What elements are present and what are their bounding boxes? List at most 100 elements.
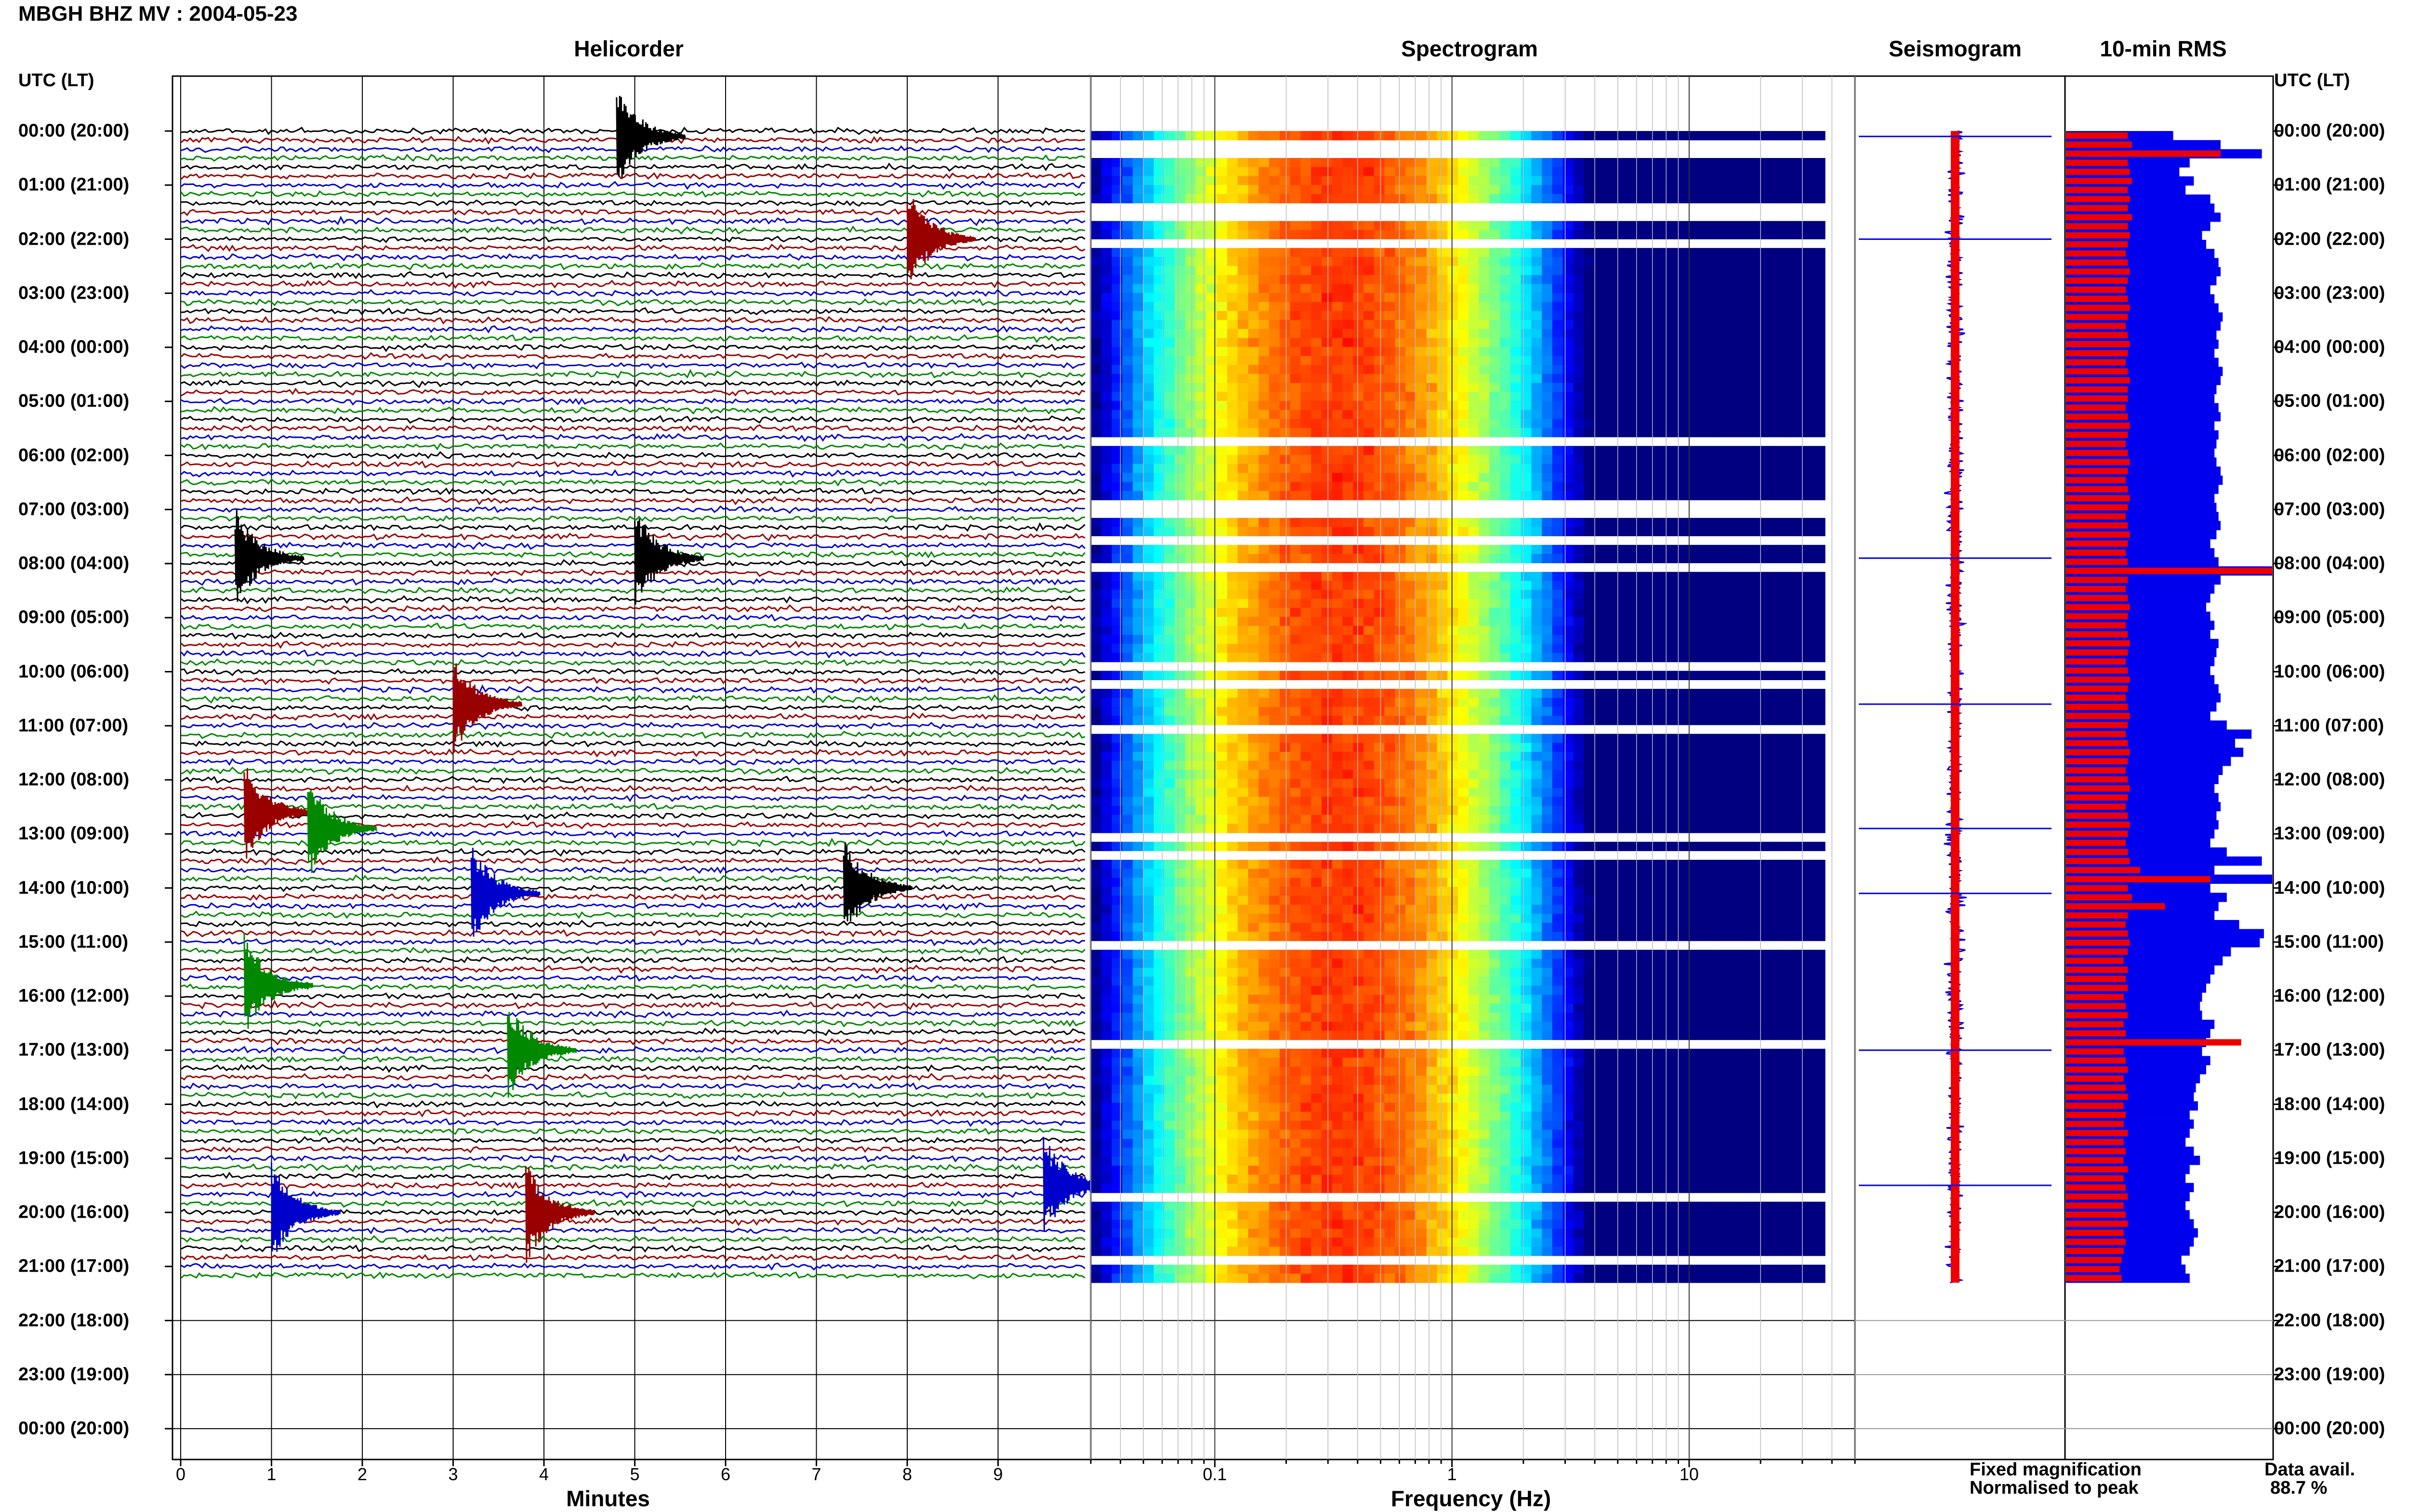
spectrogram-cell (1353, 365, 1364, 374)
spectrogram-cell (1101, 446, 1112, 456)
spectrogram-cell (1153, 734, 1165, 743)
spectrogram-cell (1689, 392, 1700, 401)
spectrogram-cell (1311, 697, 1322, 708)
spectrogram-cell (1258, 392, 1270, 401)
spectrogram-cell (1699, 194, 1710, 204)
spectrogram-cell (1531, 778, 1542, 789)
spectrogram-cell (1164, 185, 1175, 195)
spectrogram-cell (1731, 383, 1742, 393)
spectrogram-cell (1227, 599, 1238, 608)
spectrogram-cell (1290, 329, 1301, 339)
spectrogram-cell (1342, 356, 1353, 366)
spectrogram-cell (1384, 338, 1395, 347)
spectrogram-cell (1290, 347, 1301, 356)
spectrogram-cell (1562, 482, 1574, 491)
spectrogram-cell (1458, 194, 1469, 204)
spectrogram-cell (1290, 401, 1301, 410)
spectrogram-cell (1237, 626, 1249, 635)
spectrogram-cell (1531, 464, 1542, 473)
spectrogram-cell (1091, 473, 1102, 483)
spectrogram-cell (1699, 599, 1710, 608)
spectrogram-cell (1615, 392, 1626, 401)
spectrogram-cell (1269, 356, 1280, 366)
spectrogram-cell (1437, 302, 1448, 312)
spectrogram-cell (1636, 293, 1647, 302)
spectrogram-cell (1814, 374, 1826, 383)
spectrogram-cell (1636, 788, 1647, 797)
spectrogram-cell (1217, 689, 1228, 698)
spectrogram-cell (1699, 266, 1710, 276)
spectrogram-cell (1206, 491, 1217, 500)
spectrogram-cell (1793, 572, 1805, 581)
spectrogram-cell (1143, 347, 1154, 356)
spectrogram-cell (1773, 428, 1784, 437)
spectrogram-cell (1678, 419, 1689, 428)
spectrogram-cell (1731, 347, 1742, 356)
helicorder-trace (181, 307, 1085, 316)
spectrogram-cell (1353, 221, 1364, 231)
spectrogram-cell (1091, 653, 1102, 662)
spectrogram-cell (1668, 545, 1679, 554)
spectrogram-cell (1594, 743, 1605, 752)
spectrogram-cell (1322, 221, 1333, 231)
spectrogram-cell (1594, 644, 1605, 653)
spectrogram-cell (1636, 860, 1647, 869)
spectrogram-cell (1458, 428, 1469, 437)
spectrogram-cell (1468, 410, 1480, 420)
spectrogram-cell (1164, 419, 1175, 428)
spectrogram-cell (1237, 446, 1249, 456)
helicorder-traces (180, 126, 1086, 1280)
spectrogram-cell (1426, 419, 1438, 428)
spectrogram-cell (1342, 482, 1353, 491)
spectrogram-cell (1300, 626, 1311, 635)
spectrogram-cell (1374, 617, 1385, 626)
spectrogram-cell (1237, 428, 1249, 437)
spectrogram-cell (1668, 302, 1679, 312)
spectrogram-cell (1479, 266, 1490, 276)
spectrogram-cell (1489, 419, 1500, 428)
spectrogram-cell (1468, 608, 1480, 618)
spectrogram-cell (1741, 526, 1752, 537)
spectrogram-cell (1437, 581, 1448, 591)
spectrogram-cell (1458, 356, 1469, 366)
spectrogram-cell (1227, 401, 1238, 410)
spectrogram-cell (1311, 347, 1322, 356)
spectrogram-cell (1762, 221, 1773, 231)
spectrogram-cell (1689, 275, 1700, 285)
spectrogram-cell (1709, 805, 1721, 815)
spectrogram-cell (1731, 841, 1742, 851)
spectrogram-cell (1531, 553, 1542, 564)
spectrogram-cell (1101, 797, 1112, 806)
spectrogram-cell (1793, 590, 1805, 599)
spectrogram-cell (1636, 383, 1647, 393)
spectrogram-cell (1426, 788, 1438, 797)
spectrogram-cell (1258, 716, 1270, 725)
spectrogram-cell (1437, 545, 1448, 554)
spectrogram-cell (1500, 761, 1511, 770)
helicorder-trace (181, 658, 1085, 667)
spectrogram-cell (1678, 338, 1689, 347)
spectrogram-cell (1500, 770, 1511, 779)
spectrogram-cell (1542, 572, 1553, 581)
spectrogram-cell (1374, 526, 1385, 537)
spectrogram-cell (1762, 338, 1773, 347)
spectrogram-cell (1290, 275, 1301, 285)
spectrogram-cell (1437, 329, 1448, 339)
spectrogram-cell (1311, 770, 1322, 779)
spectrogram-cell (1122, 419, 1133, 428)
spectrogram-cell (1468, 428, 1480, 437)
spectrogram-cell (1206, 302, 1217, 312)
spectrogram-cell (1678, 356, 1689, 366)
spectrogram-cell (1489, 797, 1500, 806)
spectrogram-cell (1322, 805, 1333, 815)
spectrogram-cell (1626, 608, 1637, 618)
spectrogram-cell (1668, 230, 1679, 239)
spectrogram-cell (1342, 716, 1353, 725)
spectrogram-cell (1479, 338, 1490, 347)
spectrogram-cell (1720, 599, 1731, 608)
spectrogram-cell (1279, 526, 1291, 537)
spectrogram-cell (1699, 626, 1710, 635)
spectrogram-cell (1311, 743, 1322, 752)
spectrogram-cell (1342, 194, 1353, 204)
spectrogram-cell (1626, 815, 1637, 824)
